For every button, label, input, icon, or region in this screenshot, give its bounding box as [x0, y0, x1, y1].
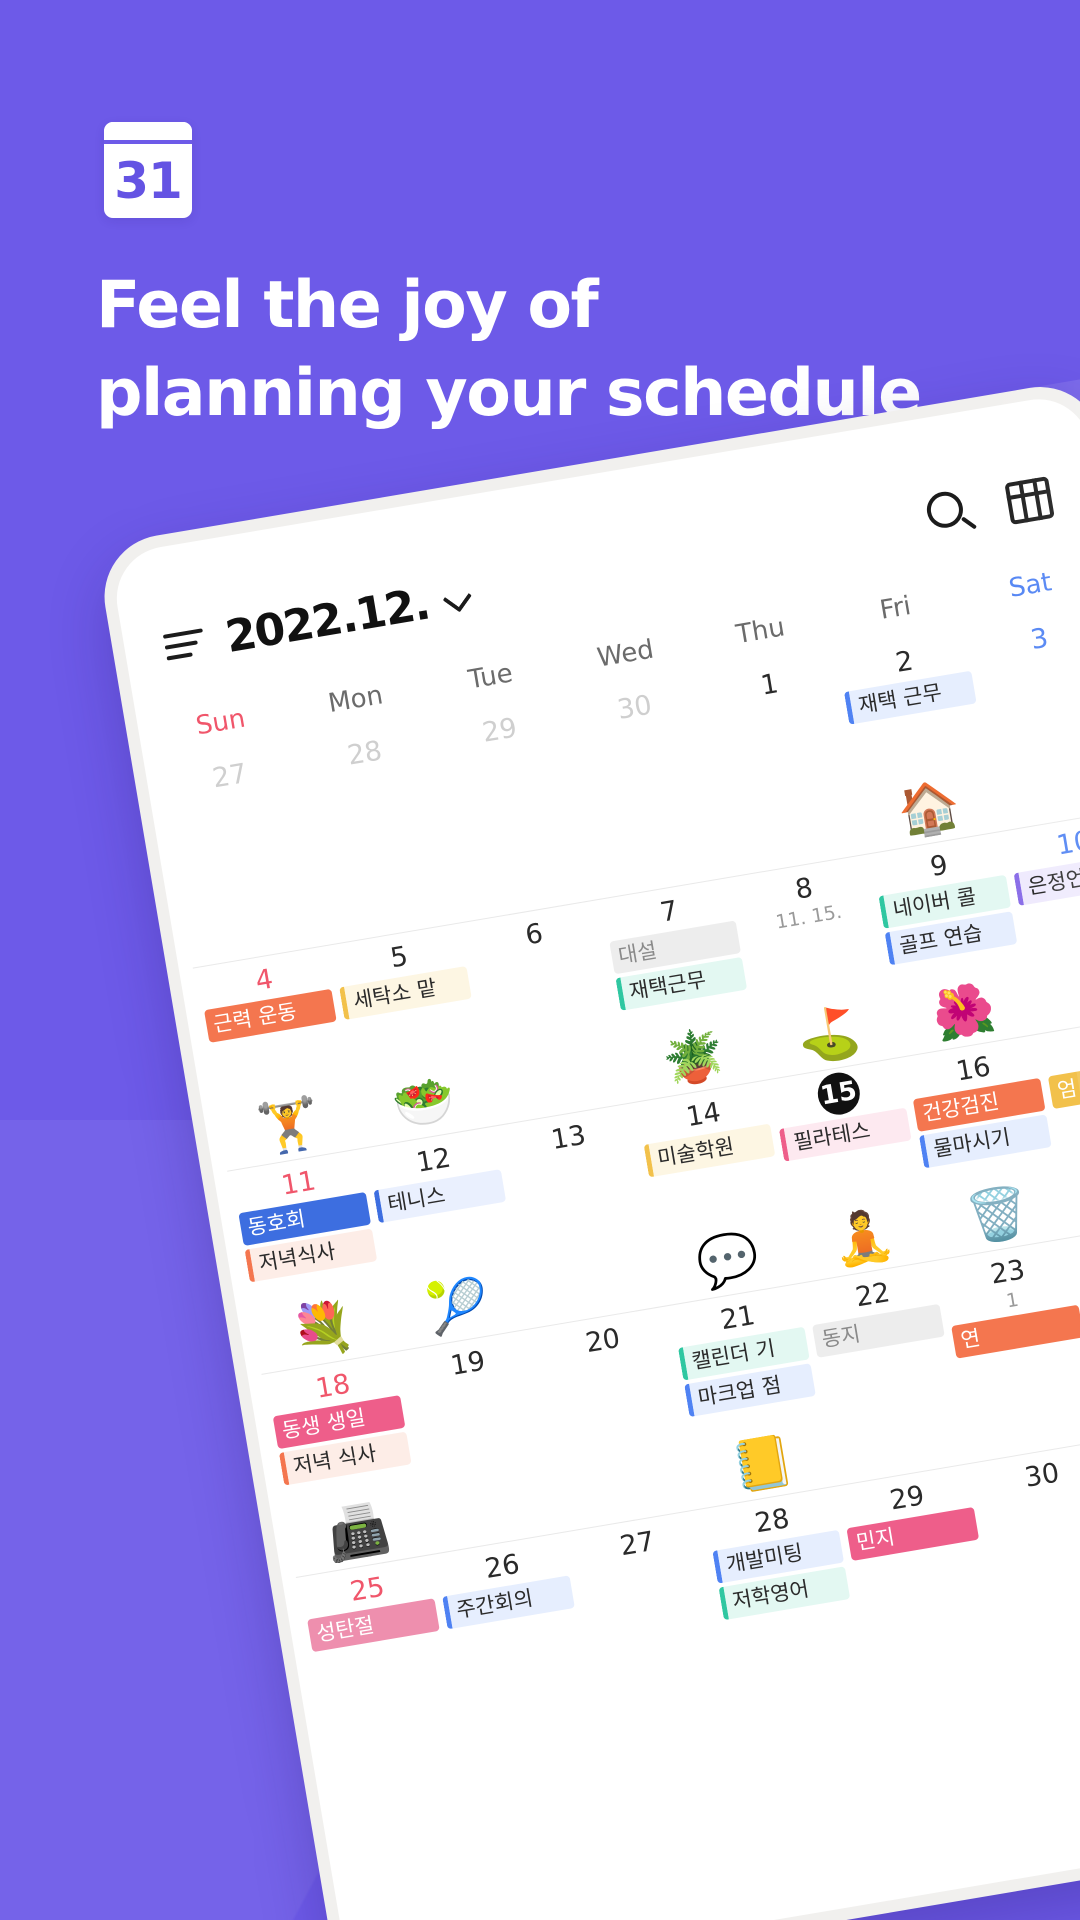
- calendar-31-icon: 31: [104, 122, 192, 218]
- calendar-icon-top-bar: [104, 122, 192, 144]
- day-number[interactable]: 30: [567, 674, 701, 734]
- day-number-wrap: 3: [972, 605, 1080, 665]
- weekday-label-tue: Tue: [466, 658, 515, 696]
- day-number-wrap: 1: [702, 651, 836, 711]
- day-number[interactable]: 1: [702, 651, 836, 711]
- chevron-down-icon[interactable]: [442, 583, 472, 613]
- weekday-label-fri: Fri: [877, 591, 914, 626]
- day-number[interactable]: 29: [432, 697, 566, 757]
- weekday-label-wed: Wed: [595, 634, 656, 674]
- weekday-label-mon: Mon: [326, 680, 386, 720]
- hamburger-icon[interactable]: [162, 626, 207, 662]
- phone-frame: 2022.12. Sun Mon Tue Wed Thu Fri Sat 27 28 29 30 1…: [95, 375, 1080, 1920]
- calendar-icon-day-number: 31: [114, 152, 183, 210]
- headline-line-1: Feel the joy of: [96, 268, 599, 343]
- weekday-label-sun: Sun: [193, 703, 248, 742]
- phone-mockup: 2022.12. Sun Mon Tue Wed Thu Fri Sat 27 28 29 30 1…: [95, 369, 1080, 1920]
- day-number[interactable]: 3: [972, 605, 1080, 665]
- calendar-grid-icon[interactable]: [1001, 470, 1063, 532]
- day-number-wrap: 30: [567, 674, 701, 734]
- day-number-wrap: 29: [432, 697, 566, 757]
- header-spacer: [470, 524, 897, 596]
- weekday-label-thu: Thu: [733, 612, 788, 651]
- search-icon[interactable]: [920, 484, 982, 546]
- phone-screen: 2022.12. Sun Mon Tue Wed Thu Fri Sat 27 28 29 30 1…: [108, 391, 1080, 1920]
- day-number-wrap: 28: [297, 720, 431, 780]
- page-title: Feel the joy of planning your schedule: [96, 262, 996, 438]
- month-title[interactable]: 2022.12.: [222, 578, 433, 662]
- day-number[interactable]: 15: [814, 1069, 863, 1118]
- day-number-wrap: 27: [162, 742, 296, 802]
- day-number[interactable]: 28: [297, 720, 431, 780]
- weekday-label-sat: Sat: [1006, 567, 1054, 604]
- day-number[interactable]: 27: [162, 742, 296, 802]
- calendar-grid: 27 28 29 30 1 2 재택 근무 3 4 근력 운동 5 세탁소 맡 6 7 대설 재택근무 8 11.…: [145, 602, 1080, 1782]
